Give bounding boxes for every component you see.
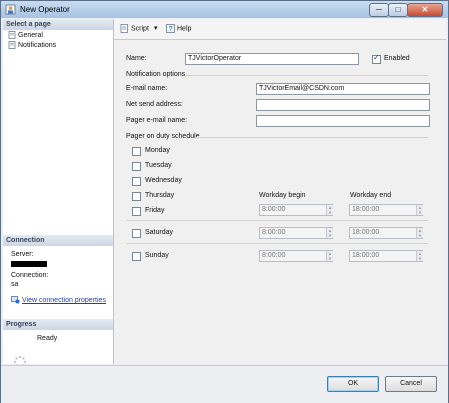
enabled-label: Enabled — [384, 55, 410, 62]
ok-button[interactable]: OK — [327, 376, 379, 392]
email-label: E-mail name: — [126, 85, 168, 92]
toolbar: Script ▾ ? Help — [114, 19, 446, 40]
new-operator-window: New Operator ─ □ ✕ Select a page General… — [0, 0, 449, 403]
saturday-label: Saturday — [145, 229, 174, 236]
thursday-checkbox[interactable] — [132, 192, 141, 201]
script-icon — [120, 24, 128, 33]
minimize-button[interactable]: ─ — [369, 3, 389, 17]
window-title: New Operator — [20, 5, 70, 14]
sunday-checkbox[interactable] — [132, 252, 141, 261]
page-item-general[interactable]: General — [8, 31, 43, 41]
saturday-begin-time-input[interactable]: 8:00:00 — [259, 227, 333, 239]
view-connection-properties[interactable]: View connection properties — [11, 296, 106, 304]
friday-checkbox[interactable] — [132, 207, 141, 216]
pager-email-input[interactable] — [256, 115, 430, 127]
net-send-address-input[interactable] — [256, 99, 430, 111]
script-dropdown-chevron-down-icon[interactable]: ▾ — [154, 24, 158, 34]
title-bar[interactable]: New Operator ─ □ ✕ — [1, 1, 448, 18]
page-icon — [8, 31, 16, 40]
connection-heading: Connection — [3, 235, 113, 246]
connection-label: Connection: — [11, 272, 49, 279]
close-button[interactable]: ✕ — [407, 3, 443, 17]
page-item-general-label: General — [18, 32, 43, 39]
pager-schedule-heading: Pager on duty schedule — [126, 133, 200, 140]
monday-label: Monday — [145, 147, 170, 154]
monday-checkbox[interactable] — [132, 147, 141, 156]
weekday-end-spinner[interactable]: ▲ ▼ — [416, 205, 423, 215]
operator-icon — [5, 4, 16, 15]
wednesday-checkbox[interactable] — [132, 177, 141, 186]
dialog-button-bar: OK Cancel — [1, 365, 448, 403]
weekday-end-time-input[interactable]: 18:00:00 — [349, 204, 423, 216]
sunday-end-time-input[interactable]: 18:00:00 — [349, 250, 423, 262]
sunday-end-spinner[interactable]: ▲ ▼ — [416, 251, 423, 261]
maximize-button[interactable]: □ — [388, 3, 408, 17]
page-icon — [8, 41, 16, 50]
weekday-begin-time-input[interactable]: 8:00:00 — [259, 204, 333, 216]
sunday-label: Sunday — [145, 252, 169, 259]
help-icon: ? — [166, 24, 175, 33]
sunday-begin-spinner[interactable]: ▲ ▼ — [326, 251, 333, 261]
help-label: Help — [177, 25, 192, 33]
notification-divider — [186, 75, 428, 76]
saturday-end-spinner[interactable]: ▲ ▼ — [416, 228, 423, 238]
saturday-begin-spinner[interactable]: ▲ ▼ — [326, 228, 333, 238]
main-pane: Script ▾ ? Help Name: TJVictorOperator E… — [114, 19, 446, 364]
script-label: Script — [131, 25, 149, 33]
help-button[interactable]: ? Help — [166, 24, 191, 34]
script-button[interactable]: Script — [120, 24, 149, 34]
wednesday-label: Wednesday — [145, 177, 182, 184]
saturday-end-time-input[interactable]: 18:00:00 — [349, 227, 423, 239]
email-name-input[interactable]: TJVictorEmail@CSDN.com — [256, 83, 430, 95]
weekday-begin-spinner[interactable]: ▲ ▼ — [326, 205, 333, 215]
select-page-heading: Select a page — [3, 19, 113, 30]
tuesday-label: Tuesday — [145, 162, 172, 169]
name-input[interactable]: TJVictorOperator — [185, 53, 359, 65]
connection-properties-icon — [11, 296, 20, 304]
net-send-label: Net send address: — [126, 101, 183, 108]
friday-label: Friday — [145, 207, 165, 214]
page-item-notifications-label: Notifications — [18, 42, 57, 49]
workday-end-label: Workday end — [350, 192, 392, 199]
schedule-divider — [196, 137, 428, 138]
notification-options-heading: Notification options — [126, 71, 186, 78]
page-item-notifications[interactable]: Notifications — [8, 41, 56, 51]
tuesday-checkbox[interactable] — [132, 162, 141, 171]
view-connection-link[interactable]: View connection properties — [22, 297, 106, 304]
workday-begin-label: Workday begin — [259, 192, 306, 199]
sunday-divider — [126, 243, 428, 244]
pager-email-label: Pager e-mail name: — [126, 117, 188, 124]
thursday-label: Thursday — [145, 192, 175, 199]
saturday-divider — [126, 220, 428, 221]
left-pane: Select a page General Notifications Conn… — [3, 19, 114, 369]
progress-status: Ready — [37, 335, 58, 342]
svg-text:?: ? — [169, 26, 173, 33]
name-label: Name: — [126, 55, 147, 62]
connection-value: sa — [11, 281, 19, 288]
server-value-redacted — [11, 261, 47, 267]
progress-heading: Progress — [3, 319, 113, 330]
enabled-checkbox[interactable] — [372, 53, 381, 64]
server-label: Server: — [11, 251, 34, 258]
sunday-begin-time-input[interactable]: 8:00:00 — [259, 250, 333, 262]
cancel-button[interactable]: Cancel — [385, 376, 437, 392]
saturday-checkbox[interactable] — [132, 229, 141, 238]
